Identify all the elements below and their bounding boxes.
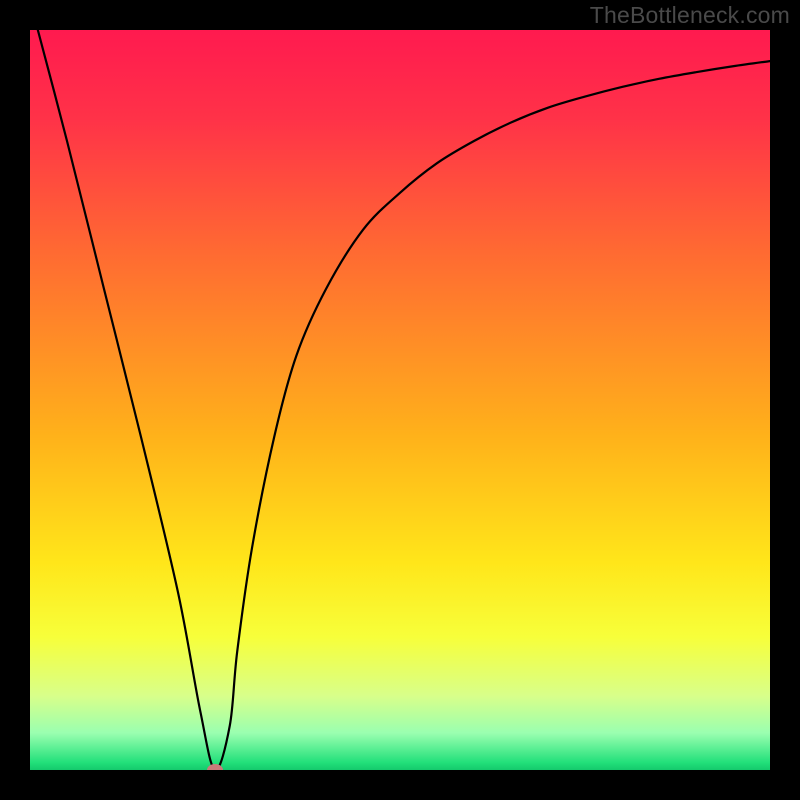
chart-frame: TheBottleneck.com [0,0,800,800]
bottleneck-chart [30,30,770,770]
watermark-text: TheBottleneck.com [590,2,790,29]
gradient-background [30,30,770,770]
